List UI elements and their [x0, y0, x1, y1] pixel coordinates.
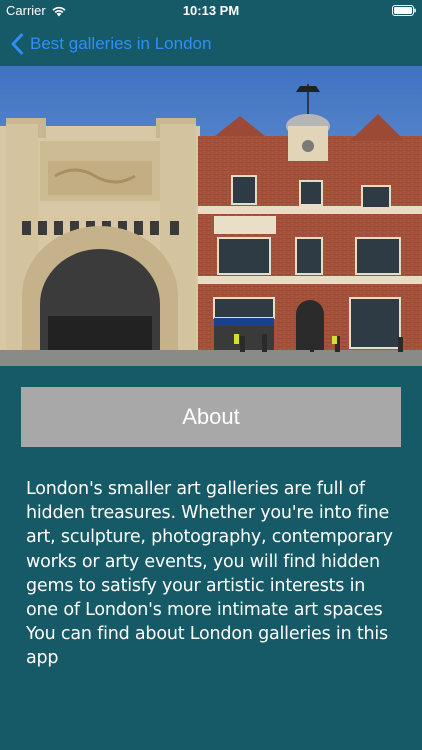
screen: Carrier 10:13 PM Best galleries in Londo… — [0, 0, 422, 750]
status-bar: Carrier 10:13 PM — [0, 0, 422, 22]
battery-icon — [392, 5, 416, 16]
chevron-left-icon — [11, 33, 23, 55]
clock: 10:13 PM — [182, 3, 240, 18]
navigation-bar: Best galleries in London — [0, 22, 422, 67]
back-button[interactable]: Best galleries in London — [10, 31, 211, 57]
gallery-photo — [0, 66, 422, 366]
gallery-description: London's smaller art galleries are full … — [26, 479, 393, 669]
back-button-label: Best galleries in London — [30, 34, 212, 53]
about-button[interactable]: About — [21, 387, 401, 447]
gallery-building-illustration — [0, 66, 422, 366]
